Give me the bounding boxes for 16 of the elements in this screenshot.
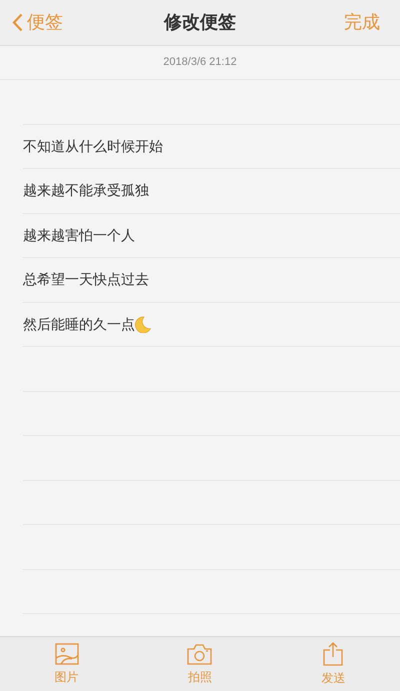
note-line: 不知道从什么时候开始 (23, 136, 163, 156)
note-line: 越来越害怕一个人 (23, 226, 135, 245)
note-date: 2018/3/6 21:12 (163, 55, 237, 70)
share-icon (323, 642, 344, 666)
back-button[interactable]: 便签 (12, 9, 63, 36)
done-button[interactable]: 完成 (344, 9, 380, 36)
camera-icon (187, 642, 212, 664)
note-line: 然后能睡的久一点 (23, 314, 135, 334)
image-icon (54, 642, 79, 664)
window-title: 修改便签 (164, 11, 236, 34)
back-chevron-icon (12, 13, 23, 32)
toolbar-button[interactable]: 图片 (0, 637, 134, 691)
note-line: 越来越不能承受孤独 (23, 181, 149, 200)
toolbar-button[interactable]: 拍照 (133, 637, 267, 691)
note-line: 总希望一天快点过去 (23, 270, 149, 290)
toolbar-button[interactable]: 发送 (266, 637, 400, 691)
